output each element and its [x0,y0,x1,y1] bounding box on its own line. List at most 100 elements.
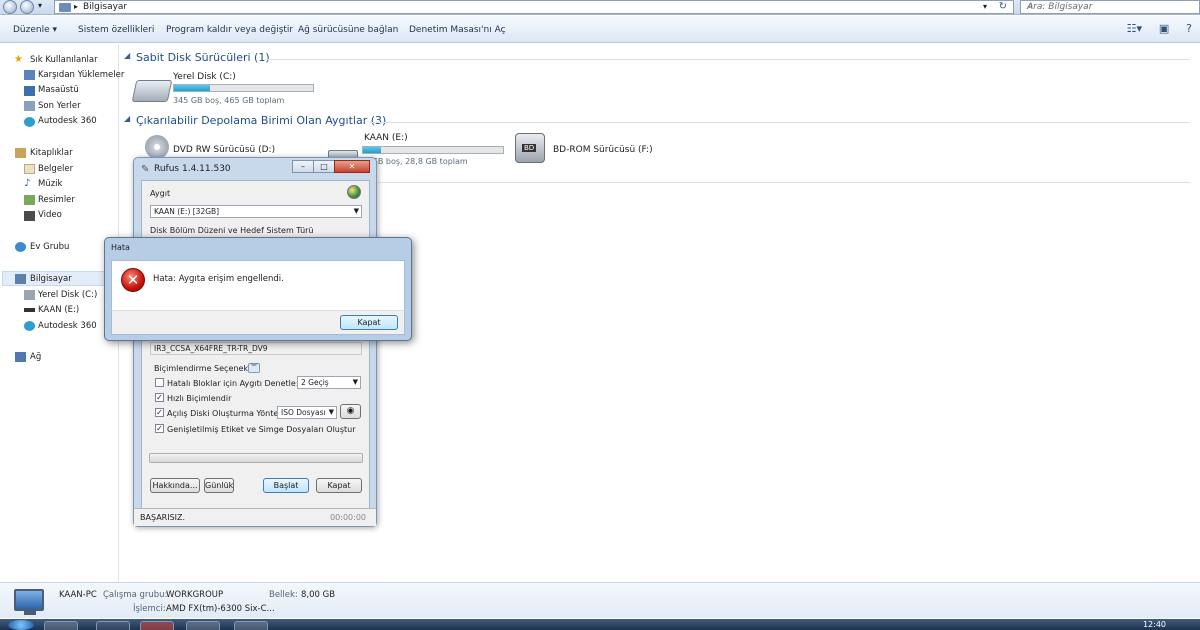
error-close-button[interactable]: Kapat [340,315,398,330]
video-icon [24,211,35,221]
error-dialog: Hata ✕ Hata: Aygıta erişim engellendi. K… [104,237,412,341]
boot-method-select[interactable]: ISO Dosyası ▼ [277,406,337,419]
section-divider-2 [370,122,1190,123]
device-select[interactable]: KAAN (E:) [32GB] ▼ [150,205,362,218]
nav-libraries[interactable]: Kitaplıklar [30,148,73,158]
breadcrumb-computer[interactable]: Bilgisayar [83,2,127,12]
log-button[interactable]: Günlük [204,478,234,493]
recent-places-icon [24,101,35,111]
nav-computer[interactable]: Bilgisayar [30,274,72,284]
error-message: Hata: Aygıta erişim engellendi. [153,274,284,284]
boot-method-value: ISO Dosyası [281,408,326,417]
kaan-drive-name[interactable]: KAAN (E:) [364,133,408,143]
dvd-drive-name[interactable]: DVD RW Sürücüsü (D:) [173,145,275,155]
bd-logo: BD [522,144,537,152]
nav-desktop[interactable]: Masaüstü [38,85,79,95]
nav-local-disk[interactable]: Yerel Disk (C:) [38,290,97,300]
rufus-titlebar[interactable]: ✎ Rufus 1.4.11.530 – □ ✕ [134,158,376,180]
device-select-value: KAAN (E:) [32GB] [154,207,220,216]
passes-select[interactable]: 2 Geçiş ▼ [297,376,361,389]
kaan-drive-usage-bar [362,146,504,154]
recent-pages-arrow-icon[interactable]: ▾ [38,1,42,10]
nav-autodesk[interactable]: Autodesk 360 [38,321,97,331]
format-progress-bar [149,453,363,463]
volume-label-value: IR3_CCSA_X64FRE_TR-TR_DV9 [154,344,268,353]
quick-format-label: Hızlı Biçimlendir [167,394,232,403]
removable-section-title[interactable]: Çıkarılabilir Depolama Birimi Olan Aygıt… [136,114,386,127]
start-button[interactable]: Başlat [263,478,309,493]
map-network-drive-button[interactable]: Ağ sürücüsüne bağlan [298,25,398,35]
computer-icon [59,3,71,12]
back-button[interactable] [3,0,17,14]
pc-name: KAAN-PC [59,590,97,600]
taskbar-browser-button[interactable] [140,621,174,630]
organize-label: Düzenle [13,25,50,35]
hdd-section-title[interactable]: Sabit Disk Sürücüleri (1) [136,51,270,64]
nav-autodesk-favorite[interactable]: Autodesk 360 [38,116,97,126]
nav-recent-places[interactable]: Son Yerler [38,101,81,111]
system-properties-button[interactable]: Sistem özellikleri [78,25,154,35]
usb-drive-icon [24,308,35,312]
bdrom-drive-icon[interactable]: BD [515,133,545,163]
bad-blocks-checkbox[interactable] [155,378,164,387]
taskbar-app-button[interactable] [234,621,268,630]
nav-kaan-drive[interactable]: KAAN (E:) [38,305,79,315]
select-iso-button[interactable]: ◉ [340,404,361,419]
collapse-arrow-icon-2[interactable]: ◢ [124,114,130,123]
expand-options-icon[interactable]: ︾ [248,363,260,373]
extended-label-checkbox[interactable]: ✓ [155,424,164,433]
drive-c-name[interactable]: Yerel Disk (C:) [173,72,236,82]
rufus-title: Rufus 1.4.11.530 [154,164,231,174]
close-button[interactable]: Kapat [316,478,362,493]
volume-label-input[interactable]: IR3_CCSA_X64FRE_TR-TR_DV9 [150,342,362,355]
bdrom-drive-name[interactable]: BD-ROM Sürücüsü (F:) [553,145,653,155]
view-options-icon[interactable]: ☷▾ [1127,22,1142,35]
disc-drive-icon: ◉ [346,406,355,416]
details-pane: KAAN-PC Çalışma grubu: WORKGROUP Bellek:… [0,582,1200,618]
help-icon[interactable]: ? [1186,22,1192,35]
memory-label: Bellek: [269,590,298,600]
nav-music[interactable]: Müzik [38,179,62,189]
taskbar-rufus-button[interactable] [186,621,220,630]
taskbar-explorer-button[interactable] [44,621,78,630]
nav-video[interactable]: Video [38,210,62,220]
search-icon[interactable]: ⌕ [1027,1,1195,12]
navigation-pane: ★ Sık Kullanılanlar Karşıdan Yüklemeler … [0,44,124,582]
preview-pane-icon[interactable]: ▣ [1159,22,1169,35]
passes-value: 2 Geçiş [301,378,329,387]
search-input[interactable]: Ara: Bilgisayar ⌕ [1020,0,1200,14]
dvd-drive-icon[interactable] [145,135,169,159]
uninstall-program-button[interactable]: Program kaldır veya değiştir [166,25,293,35]
start-orb-icon[interactable] [8,620,34,630]
about-button[interactable]: Hakkında... [150,478,200,493]
address-dropdown-icon[interactable]: ▾ [983,2,987,11]
collapse-arrow-icon[interactable]: ◢ [124,51,130,60]
bootable-checkbox[interactable]: ✓ [155,408,164,417]
taskbar-media-button[interactable] [96,621,130,630]
quick-format-checkbox[interactable]: ✓ [155,393,164,402]
local-disk-icon[interactable] [131,80,173,102]
forward-button[interactable] [20,0,34,14]
nav-downloads[interactable]: Karşıdan Yüklemeler [38,70,124,80]
maximize-button[interactable]: □ [313,160,335,173]
close-window-button[interactable]: ✕ [334,160,370,173]
nav-favorites[interactable]: Sık Kullanılanlar [30,55,98,65]
autodesk-drive-icon [24,321,35,331]
taskbar: 12:40 [0,619,1200,630]
organize-menu[interactable]: Düzenle ▾ [13,25,57,35]
language-globe-icon[interactable] [347,185,361,199]
workgroup-label: Çalışma grubu: [103,590,168,600]
desktop-icon [24,86,35,96]
refresh-icon[interactable]: ↻ [999,1,1007,12]
chevron-down-icon: ▾ [52,25,58,35]
error-icon: ✕ [121,268,145,292]
address-field[interactable]: ▸ Bilgisayar ▾ ↻ [54,0,1014,14]
minimize-button[interactable]: – [292,160,314,173]
open-control-panel-button[interactable]: Denetim Masası'nı Aç [409,25,506,35]
nav-documents[interactable]: Belgeler [38,164,73,174]
nav-network[interactable]: Ağ [30,352,41,362]
star-icon: ★ [14,54,23,65]
workgroup-value: WORKGROUP [166,590,224,600]
nav-pictures[interactable]: Resimler [38,195,75,205]
nav-homegroup[interactable]: Ev Grubu [30,242,69,252]
